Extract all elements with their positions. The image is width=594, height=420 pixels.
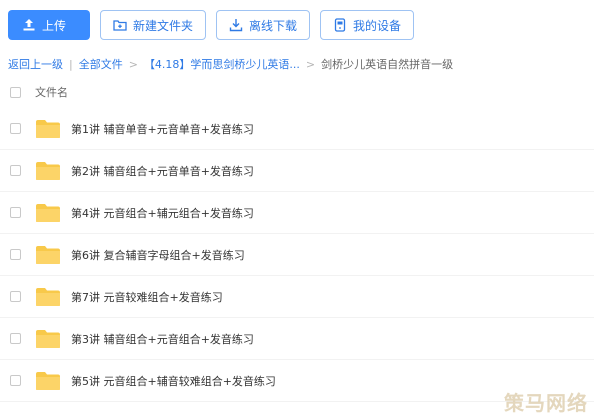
file-row[interactable]: 第3讲 辅音组合+元音组合+发音练习 [0, 318, 594, 360]
watermark: 策马网络 [504, 391, 588, 415]
my-devices-button[interactable]: 我的设备 [320, 10, 415, 40]
file-row[interactable]: 第2讲 辅音组合+元音单音+发音练习 [0, 150, 594, 192]
new-folder-icon [113, 18, 127, 32]
file-row[interactable]: 第7讲 元音较难组合+发音练习 [0, 276, 594, 318]
breadcrumb-all-files-link[interactable]: 全部文件 [79, 56, 123, 72]
folder-icon [35, 161, 61, 181]
breadcrumb-back-link[interactable]: 返回上一级 [8, 56, 63, 72]
list-header: 文件名 [0, 78, 594, 106]
file-name[interactable]: 第7讲 元音较难组合+发音练习 [71, 289, 223, 305]
folder-icon [35, 371, 61, 391]
breadcrumb-parent-link[interactable]: 【4.18】学而思剑桥少儿英语... [144, 56, 300, 72]
folder-icon [35, 203, 61, 223]
offline-download-button[interactable]: 离线下载 [216, 10, 311, 40]
breadcrumb-chevron-icon: > [305, 57, 316, 71]
row-checkbox[interactable] [10, 291, 21, 302]
my-devices-label: 我的设备 [353, 18, 402, 33]
folder-icon [35, 245, 61, 265]
file-name[interactable]: 第3讲 辅音组合+元音组合+发音练习 [71, 331, 254, 347]
file-name[interactable]: 第5讲 元音组合+辅音较难组合+发音练习 [71, 373, 276, 389]
offline-download-label: 离线下载 [249, 18, 298, 33]
file-list: 第1讲 辅音单音+元音单音+发音练习 第2讲 辅音组合+元音单音+发音练习 第4讲 … [0, 108, 594, 402]
file-name[interactable]: 第1讲 辅音单音+元音单音+发音练习 [71, 121, 254, 137]
toolbar: 上传 新建文件夹 离线下载 我的设备 [8, 10, 415, 42]
row-checkbox[interactable] [10, 207, 21, 218]
download-icon [229, 18, 243, 32]
row-checkbox[interactable] [10, 165, 21, 176]
breadcrumb-separator: | [69, 57, 73, 71]
breadcrumb-current: 剑桥少儿英语自然拼音一级 [321, 58, 454, 71]
file-row[interactable]: 第4讲 元音组合+辅元组合+发音练习 [0, 192, 594, 234]
row-checkbox[interactable] [10, 333, 21, 344]
file-row[interactable]: 第6讲 复合辅音字母组合+发音练习 [0, 234, 594, 276]
select-all-checkbox[interactable] [10, 86, 21, 98]
row-checkbox[interactable] [10, 375, 21, 386]
new-folder-button[interactable]: 新建文件夹 [100, 10, 207, 40]
file-row[interactable]: 第1讲 辅音单音+元音单音+发音练习 [0, 108, 594, 150]
file-name[interactable]: 第6讲 复合辅音字母组合+发音练习 [71, 247, 245, 263]
upload-button[interactable]: 上传 [8, 10, 90, 40]
folder-icon [35, 329, 61, 349]
breadcrumb-chevron-icon: > [128, 57, 138, 71]
file-name[interactable]: 第4讲 元音组合+辅元组合+发音练习 [71, 205, 254, 221]
upload-icon [22, 18, 36, 32]
new-folder-label: 新建文件夹 [133, 18, 194, 33]
folder-icon [35, 119, 61, 139]
column-header-filename[interactable]: 文件名 [35, 84, 68, 100]
folder-icon [35, 287, 61, 307]
breadcrumb: 返回上一级 | 全部文件 > 【4.18】学而思剑桥少儿英语... > 剑桥少儿… [8, 56, 453, 72]
device-icon [333, 18, 347, 32]
upload-label: 上传 [42, 18, 67, 33]
file-name[interactable]: 第2讲 辅音组合+元音单音+发音练习 [71, 163, 254, 179]
row-checkbox[interactable] [10, 123, 21, 134]
row-checkbox[interactable] [10, 249, 21, 260]
